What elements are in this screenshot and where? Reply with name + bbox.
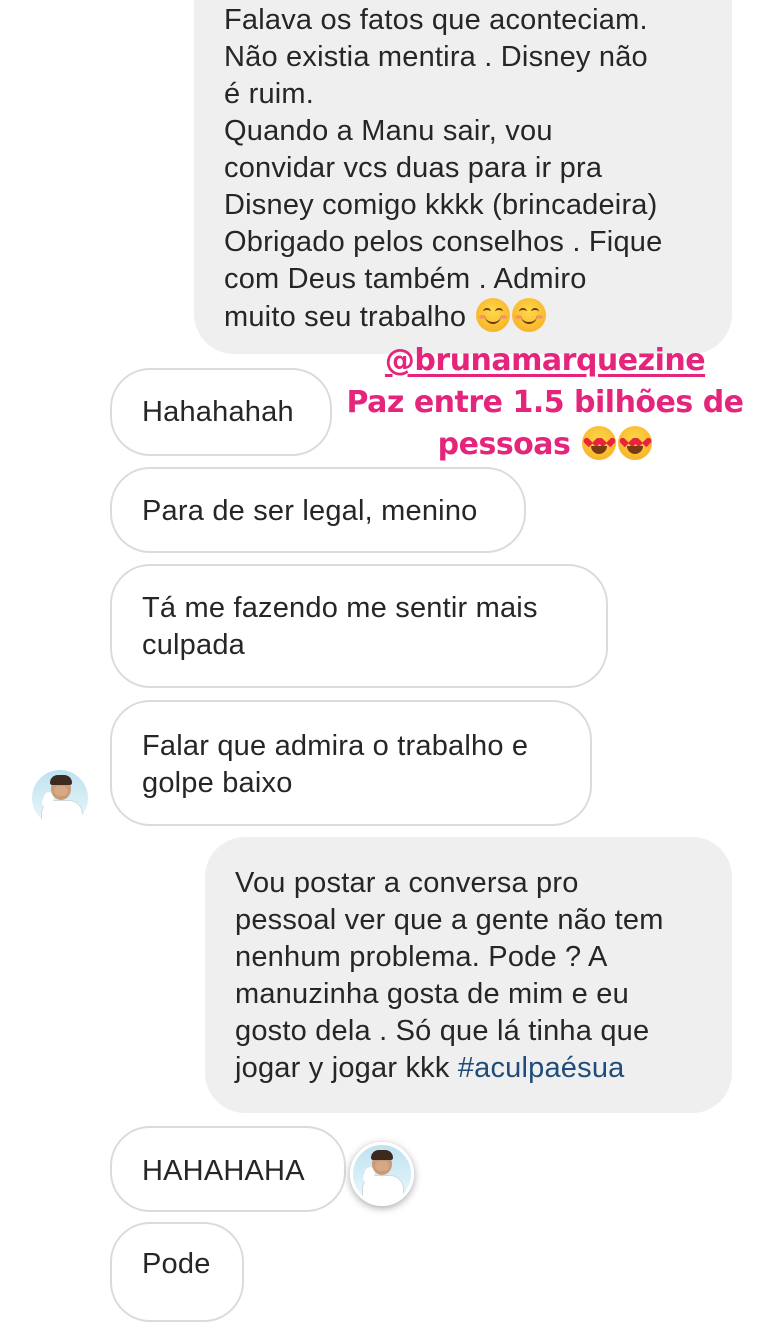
received-message-bubble[interactable]: Pode: [110, 1222, 244, 1322]
message-text-line: Obrigado pelos conselhos . Fique: [224, 226, 663, 258]
received-message-bubble[interactable]: Para de ser legal, menino: [110, 467, 526, 553]
message-text-line: Pode: [142, 1248, 211, 1280]
message-text-line: manuzinha gosta de mim e eu: [235, 978, 629, 1010]
contact-avatar[interactable]: [32, 770, 88, 826]
hashtag-link[interactable]: #aculpaésua: [458, 1052, 625, 1084]
sticker-text: pessoas: [437, 427, 571, 462]
mention-tag[interactable]: @brunamarquezine: [345, 340, 745, 382]
sent-message-bubble[interactable]: Falava os fatos que aconteciam. Não exis…: [194, 0, 732, 354]
message-text-line: Vou postar a conversa pro: [235, 867, 579, 899]
message-text-line: convidar vcs duas para ir pra: [224, 152, 603, 184]
received-message-bubble[interactable]: HAHAHAHA: [110, 1126, 346, 1212]
smiling-face-with-smiling-eyes-icon: [476, 298, 511, 332]
message-text: muito seu trabalho: [224, 301, 467, 333]
message-text-line: Falar que admira o trabalho e: [142, 730, 529, 762]
smiling-face-with-smiling-eyes-icon: [512, 298, 547, 332]
received-message-bubble[interactable]: Tá me fazendo me sentir mais culpada: [110, 564, 608, 688]
message-text-line: muito seu trabalho: [224, 298, 732, 336]
message-text-line: com Deus também . Admiro: [224, 263, 587, 295]
message-text-line: Não existia mentira . Disney não: [224, 41, 648, 73]
message-text-line: é ruim.: [224, 78, 315, 110]
received-message-bubble[interactable]: Hahahahah: [110, 368, 332, 456]
message-text-line: golpe baixo: [142, 767, 293, 799]
read-receipt-avatar[interactable]: [350, 1142, 414, 1206]
message-text-line: Tá me fazendo me sentir mais: [142, 592, 538, 624]
message-text-line: gosto dela . Só que lá tinha que: [235, 1015, 650, 1047]
message-text-line: Quando a Manu sair, vou: [224, 115, 553, 147]
heart-eyes-icon: [618, 426, 653, 460]
message-text-line: Falava os fatos que aconteciam.: [224, 4, 648, 36]
message-text-line: culpada: [142, 629, 245, 661]
message-text-line: Hahahahah: [142, 396, 294, 428]
sticker-text-line: Paz entre 1.5 bilhões de: [346, 385, 744, 420]
text-sticker: @brunamarquezine Paz entre 1.5 bilhões d…: [345, 340, 745, 466]
sticker-text-line: pessoas: [345, 424, 745, 466]
heart-eyes-icon: [582, 426, 617, 460]
message-text-line: nenhum problema. Pode ? A: [235, 941, 608, 973]
message-text-line: Para de ser legal, menino: [142, 495, 478, 527]
message-text-line: Disney comigo kkkk (brincadeira): [224, 189, 658, 221]
sent-message-bubble[interactable]: Vou postar a conversa pro pessoal ver qu…: [205, 837, 732, 1113]
received-message-bubble[interactable]: Falar que admira o trabalho e golpe baix…: [110, 700, 592, 826]
message-text: jogar y jogar kkk: [235, 1052, 450, 1084]
message-text-line: HAHAHAHA: [142, 1155, 305, 1187]
message-text-line: pessoal ver que a gente não tem: [235, 904, 664, 936]
message-text-line: jogar y jogar kkk #aculpaésua: [235, 1050, 732, 1087]
